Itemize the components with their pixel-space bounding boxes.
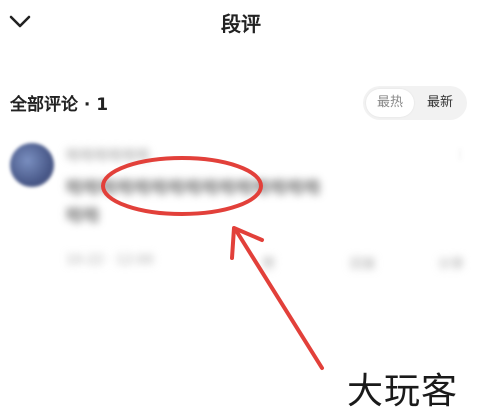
top-bar: 段评 (0, 0, 482, 48)
more-icon[interactable]: ⋮ (454, 147, 466, 161)
comment-username[interactable]: 哈哈哈哈哈哈 (66, 145, 150, 165)
watermark-logo: 大玩客 (347, 371, 459, 412)
comments-count-title: 全部评论 · 1 (10, 95, 109, 115)
reply-button[interactable]: 回复 (350, 253, 376, 272)
comment-item[interactable]: 哈哈哈哈哈哈 ⋮ 哈哈哈哈哈哈哈哈哈哈哈哈哈哈哈 哈哈 10-22 · 12:0… (0, 135, 482, 285)
page-title: 段评 (221, 12, 261, 36)
avatar[interactable] (10, 143, 54, 187)
comment-meta: 10-22 · 12:00 (66, 253, 154, 268)
sort-new-option[interactable]: 最新 (416, 89, 464, 117)
share-button[interactable]: 分享 (438, 253, 464, 272)
comment-body-line-2: 哈哈 (66, 206, 100, 226)
like-button[interactable]: 赞 (262, 253, 275, 272)
sort-toggle: 最热 最新 (363, 86, 467, 120)
comment-body-line-1: 哈哈哈哈哈哈哈哈哈哈哈哈哈哈哈 (66, 178, 321, 198)
sort-hot-option[interactable]: 最热 (366, 89, 414, 117)
